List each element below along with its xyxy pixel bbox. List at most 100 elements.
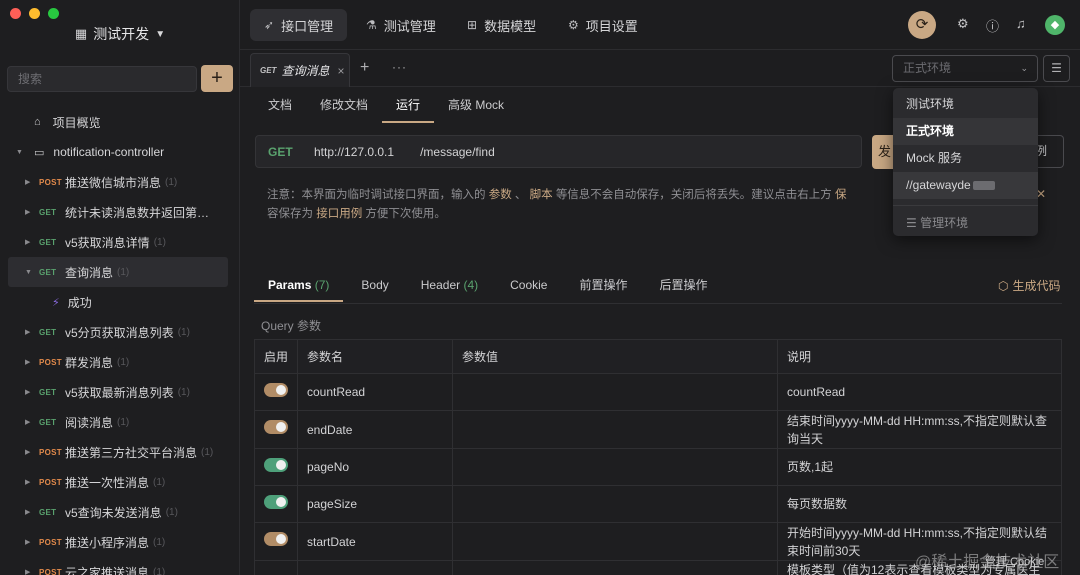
chevron-right-icon[interactable]: ▶ <box>25 388 35 396</box>
tab-cookie[interactable]: Cookie <box>496 270 561 302</box>
param-description-cell[interactable]: 结束时间yyyy-MM-dd HH:mm:ss,不指定则默认查询当天 <box>777 410 1062 449</box>
tab-label: 接口管理 <box>281 18 334 34</box>
param-value-cell[interactable] <box>452 410 778 449</box>
tab-api-management[interactable]: ➶ 接口管理 <box>250 9 348 41</box>
enabled-toggle[interactable] <box>264 532 288 546</box>
chevron-right-icon[interactable]: ▶ <box>25 418 35 426</box>
subtab-advanced-mock[interactable]: 高级 Mock <box>434 87 518 123</box>
tree-item[interactable]: ▶ POST 群发消息 (1) <box>8 347 228 377</box>
env-option-test[interactable]: 测试环境 <box>893 91 1038 118</box>
tree-item[interactable]: ▼ GET 查询消息 (1) <box>8 257 228 287</box>
tab-body[interactable]: Body <box>347 270 402 302</box>
close-window-button[interactable] <box>10 8 21 19</box>
tab-count: (4) <box>463 278 479 292</box>
chevron-right-icon[interactable]: ▶ <box>25 478 35 486</box>
chevron-right-icon[interactable]: ▶ <box>25 508 35 516</box>
chevron-right-icon[interactable]: ▶ <box>25 538 35 546</box>
chevron-right-icon[interactable]: ▶ <box>25 568 35 575</box>
chevron-right-icon[interactable]: ▶ <box>25 238 35 246</box>
host-field[interactable]: http://127.0.0.1 <box>314 145 394 159</box>
enabled-toggle[interactable] <box>264 382 288 397</box>
chevron-right-icon[interactable]: ▶ <box>25 208 35 216</box>
tree-item[interactable]: ▶ GET 阅读消息 (1) <box>8 407 228 437</box>
chevron-down-icon[interactable]: ▼ <box>25 269 35 276</box>
param-value-cell[interactable] <box>452 485 778 523</box>
method-badge: POST <box>39 537 62 547</box>
tree-item-label: 查询消息 <box>65 265 114 280</box>
close-icon[interactable]: × <box>337 64 344 78</box>
param-value-cell[interactable] <box>452 448 778 486</box>
param-name-cell[interactable]: countRead <box>297 373 453 411</box>
tree-item[interactable]: ▶ GET v5查询未发送消息 (1) <box>8 497 228 527</box>
column-header: 参数值 <box>452 339 778 374</box>
tree-item[interactable]: ▶ GET v5获取消息详情 (1) <box>8 227 228 257</box>
manage-environments-button[interactable]: ☰ 管理环境 <box>893 210 1038 236</box>
chevron-right-icon[interactable]: ▶ <box>25 448 35 456</box>
tree-item[interactable]: ▶ GET v5分页获取消息列表 (1) <box>8 317 228 347</box>
env-option-mock[interactable]: Mock 服务 <box>893 145 1038 172</box>
sync-button[interactable]: ⟳ <box>908 11 936 39</box>
param-name-cell[interactable] <box>297 560 453 575</box>
add-button[interactable]: + <box>201 65 233 92</box>
caret-down-icon: ▼ <box>155 28 166 40</box>
param-name-cell[interactable]: pageNo <box>297 448 453 486</box>
help-icon[interactable]: ⓘ <box>986 16 999 35</box>
enabled-toggle[interactable] <box>264 494 288 509</box>
tree-item[interactable]: ▶ POST 推送微信城市消息 (1) <box>8 167 228 197</box>
tab-pre-script[interactable]: 前置操作 <box>565 270 641 302</box>
notice-keyword[interactable]: 接口用例 <box>316 208 362 220</box>
subtab-run[interactable]: 运行 <box>382 87 435 123</box>
top-nav: ➶ 接口管理 ⚗ 测试管理 ⊞ 数据模型 ⚙ 项目设置 ⟳ ⚙ ⓘ ♫ ◆ <box>240 0 1080 50</box>
tab-header[interactable]: Header (4) <box>407 270 492 302</box>
avatar[interactable]: ◆ <box>1045 15 1065 35</box>
more-icon[interactable]: ··· <box>392 60 407 74</box>
tree-item[interactable]: ▶ POST 云之家推送消息 (1) <box>8 557 228 575</box>
param-value-cell[interactable] <box>452 560 778 575</box>
request-tab[interactable]: GET 查询消息 × <box>250 53 350 87</box>
path-input[interactable]: /message/find <box>420 145 495 159</box>
project-switcher[interactable]: ▦ 测试开发 ▼ <box>0 24 240 44</box>
chevron-right-icon[interactable]: ▶ <box>25 178 35 186</box>
param-name-cell[interactable]: endDate <box>297 410 453 449</box>
tree-item[interactable]: ▶ POST 推送一次性消息 (1) <box>8 467 228 497</box>
new-tab-button[interactable]: + <box>360 59 369 77</box>
param-value-cell[interactable] <box>452 373 778 411</box>
project-overview-item[interactable]: ⌂ 项目概览 <box>8 107 228 137</box>
bell-icon[interactable]: ♫ <box>1016 16 1026 31</box>
param-value-cell[interactable] <box>452 522 778 561</box>
tab-post-script[interactable]: 后置操作 <box>646 270 722 302</box>
tab-data-model[interactable]: ⊞ 数据模型 <box>453 9 550 41</box>
environment-list-button[interactable]: ☰ <box>1043 55 1070 82</box>
param-name-cell[interactable]: pageSize <box>297 485 453 523</box>
case-item[interactable]: ⚡ 成功 <box>8 287 228 317</box>
tree-item[interactable]: ▶ POST 推送第三方社交平台消息 (1) <box>8 437 228 467</box>
doc-subtabs: 文档 修改文档 运行 高级 Mock <box>254 87 518 125</box>
tab-test-management[interactable]: ⚗ 测试管理 <box>352 9 450 41</box>
tab-project-settings[interactable]: ⚙ 项目设置 <box>554 9 652 41</box>
subtab-doc[interactable]: 文档 <box>254 87 306 123</box>
settings-gear-icon[interactable]: ⚙ <box>957 16 969 32</box>
env-option-production[interactable]: 正式环境 <box>893 118 1038 145</box>
enabled-toggle[interactable] <box>264 457 288 472</box>
subtab-edit-doc[interactable]: 修改文档 <box>306 87 382 123</box>
tab-params[interactable]: Params (7) <box>254 270 344 302</box>
param-description-cell[interactable]: 每页数据数 <box>777 485 1062 523</box>
tree-item[interactable]: ▶ GET 统计未读消息数并返回第一… <box>8 197 228 227</box>
zoom-window-button[interactable] <box>48 8 59 19</box>
param-name-cell[interactable]: startDate <box>297 522 453 561</box>
method-select[interactable]: GET <box>268 145 314 159</box>
generate-code-button[interactable]: ⬡ 生成代码 <box>998 277 1061 294</box>
enabled-toggle[interactable] <box>264 420 288 434</box>
chevron-right-icon[interactable]: ▶ <box>25 328 35 336</box>
search-input[interactable]: 搜索 <box>7 66 197 92</box>
env-option-gateway[interactable]: //gatewayde <box>893 172 1038 199</box>
tree-item[interactable]: ▶ GET v5获取最新消息列表 (1) <box>8 377 228 407</box>
url-bar[interactable]: GET http://127.0.0.1 /message/find <box>255 135 862 168</box>
param-description-cell[interactable]: countRead <box>777 373 1062 411</box>
tree-item[interactable]: ▶ POST 推送小程序消息 (1) <box>8 527 228 557</box>
chevron-right-icon[interactable]: ▶ <box>25 358 35 366</box>
minimize-window-button[interactable] <box>29 8 40 19</box>
environment-select[interactable]: 正式环境 ⌄ <box>892 55 1038 82</box>
param-description-cell[interactable]: 页数,1起 <box>777 448 1062 486</box>
folder-notification-controller[interactable]: ▼ ▭ notification-controller <box>8 137 228 167</box>
